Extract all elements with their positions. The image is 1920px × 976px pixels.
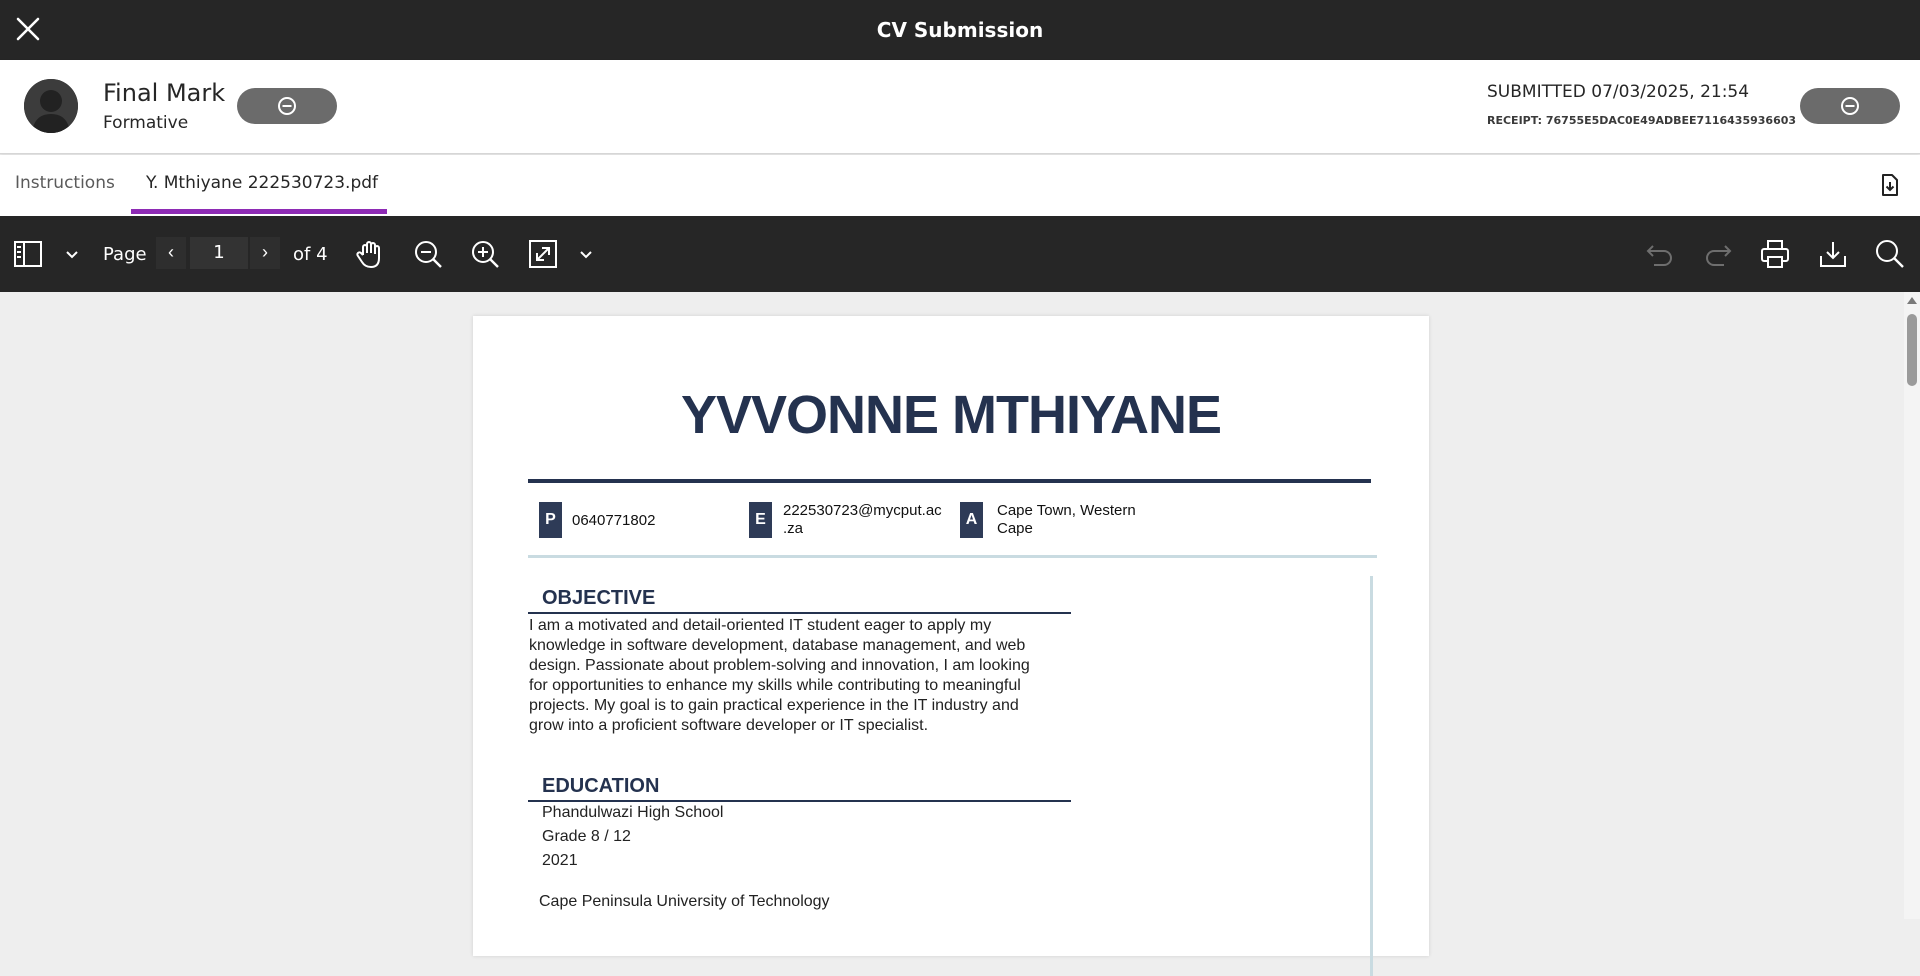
- divider: [528, 479, 1371, 483]
- pdf-page: YVVONNE MTHIYANE P 0640771802 E 22253072…: [473, 316, 1429, 976]
- objective-text: I am a motivated and detail-oriented IT …: [529, 617, 1030, 734]
- search-icon[interactable]: [1874, 238, 1906, 270]
- minus-circle-icon: [1841, 97, 1859, 115]
- avatar: [24, 79, 78, 133]
- page-count: of 4: [293, 244, 328, 265]
- zoom-out-icon[interactable]: [412, 238, 444, 270]
- education-university: Cape Peninsula University of Technology: [539, 893, 830, 910]
- phone-text: 0640771802: [572, 512, 656, 529]
- tab-bar: Instructions Y. Mthiyane 222530723.pdf: [0, 155, 1920, 216]
- submission-header: Final Mark Formative SUBMITTED 07/03/202…: [0, 60, 1920, 154]
- page-number-input[interactable]: 1: [190, 237, 248, 269]
- receipt-id: RECEIPT: 76755E5DAC0E49ADBEE711643593660…: [1487, 114, 1797, 127]
- submitted-status: SUBMITTED 07/03/2025, 21:54: [1487, 82, 1750, 102]
- cv-name-heading: YVVONNE MTHIYANE: [680, 385, 1222, 445]
- grade-subtitle: Formative: [103, 113, 189, 133]
- education-year: 2021: [542, 852, 578, 869]
- scroll-up-arrow-icon[interactable]: [1907, 297, 1917, 304]
- column-divider: [1370, 576, 1373, 976]
- address-badge: A: [960, 502, 983, 538]
- education-heading: EDUCATION: [542, 775, 660, 797]
- sidebar-toggle-icon[interactable]: [12, 238, 44, 270]
- pdf-toolbar: Page ‹ 1 › of 4: [0, 216, 1920, 292]
- scroll-thumb[interactable]: [1907, 314, 1917, 386]
- education-school: Phandulwazi High School: [542, 804, 724, 821]
- chevron-down-icon[interactable]: [60, 238, 84, 270]
- print-icon[interactable]: [1759, 238, 1791, 270]
- fit-page-icon[interactable]: [527, 238, 559, 270]
- address-text: Cape Town, Western Cape: [997, 502, 1136, 537]
- email-badge: E: [749, 502, 772, 538]
- education-grade: Grade 8 / 12: [542, 828, 631, 845]
- email-text: 222530723@mycput.ac .za: [783, 502, 942, 537]
- page-label: Page: [103, 244, 147, 265]
- undo-icon[interactable]: [1644, 238, 1676, 270]
- redo-icon[interactable]: [1702, 238, 1734, 270]
- viewer-scrollbar[interactable]: [1904, 292, 1920, 919]
- grade-title: Final Mark: [103, 79, 226, 107]
- objective-heading: OBJECTIVE: [542, 587, 656, 609]
- status-pill-button[interactable]: [1800, 88, 1900, 124]
- grade-pill-button[interactable]: [237, 88, 337, 124]
- tab-pdf-file[interactable]: Y. Mthiyane 222530723.pdf: [146, 173, 378, 193]
- previous-page-button[interactable]: ‹: [156, 237, 186, 269]
- pan-hand-icon[interactable]: [354, 238, 386, 270]
- zoom-in-icon[interactable]: [469, 238, 501, 270]
- title-bar: CV Submission: [0, 0, 1920, 60]
- active-tab-indicator: [131, 209, 387, 214]
- chevron-down-icon[interactable]: [574, 238, 598, 270]
- section-rule: [528, 800, 1071, 802]
- page-title: CV Submission: [876, 18, 1044, 42]
- download-icon[interactable]: [1817, 238, 1849, 270]
- next-page-button[interactable]: ›: [250, 237, 280, 269]
- tab-instructions[interactable]: Instructions: [15, 173, 115, 193]
- download-file-icon[interactable]: [1878, 173, 1902, 197]
- phone-badge: P: [539, 502, 562, 538]
- divider: [528, 555, 1377, 558]
- minus-circle-icon: [278, 97, 296, 115]
- section-rule: [528, 612, 1071, 614]
- person-icon: [24, 79, 78, 133]
